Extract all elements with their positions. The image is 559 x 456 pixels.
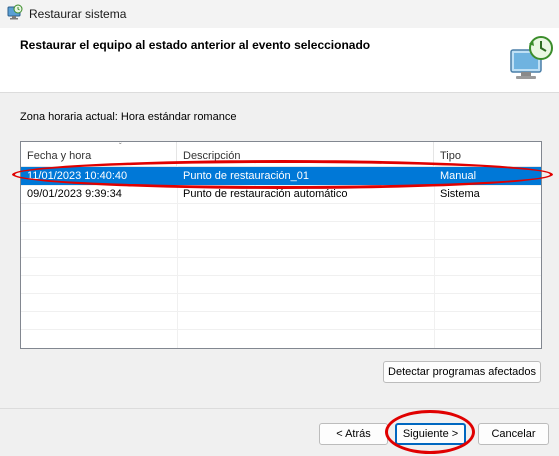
column-header-date[interactable]: Fecha y hora <box>21 142 177 166</box>
back-button[interactable]: < Atrás <box>319 423 388 445</box>
column-header-type[interactable]: Tipo <box>434 142 541 166</box>
cell-description: Punto de restauración_01 <box>183 170 309 182</box>
window-title: Restaurar sistema <box>29 7 127 21</box>
row-divider <box>21 329 541 330</box>
row-divider <box>21 275 541 276</box>
cell-date: 09/01/2023 9:39:34 <box>27 188 122 200</box>
monitor-restore-icon <box>510 36 553 79</box>
row-divider <box>21 257 541 258</box>
cell-type: Manual <box>440 170 477 182</box>
row-divider <box>21 293 541 294</box>
title-bar: Restaurar sistema <box>0 0 559 28</box>
row-divider <box>21 311 541 312</box>
table-row[interactable]: 09/01/2023 9:39:34 Punto de restauración… <box>21 185 541 203</box>
footer-divider <box>0 408 559 409</box>
column-header-description[interactable]: Descripción <box>177 142 434 166</box>
wizard-header: Restaurar el equipo al estado anterior a… <box>0 28 559 92</box>
cell-description: Punto de restauración automático <box>183 188 348 200</box>
table-row[interactable]: 11/01/2023 10:40:40 Punto de restauració… <box>21 167 541 185</box>
timezone-label: Zona horaria actual: Hora estándar roman… <box>20 111 237 123</box>
cell-type: Sistema <box>440 188 480 200</box>
cancel-button[interactable]: Cancelar <box>478 423 549 445</box>
page-heading: Restaurar el equipo al estado anterior a… <box>20 38 371 52</box>
table-header: Fecha y hora ˇ Descripción Tipo <box>21 142 541 167</box>
row-divider <box>21 239 541 240</box>
next-button[interactable]: Siguiente > <box>395 423 466 445</box>
system-restore-icon <box>7 4 23 20</box>
restore-points-list[interactable]: Fecha y hora ˇ Descripción Tipo 11/01/20… <box>20 141 542 349</box>
detect-affected-programs-button[interactable]: Detectar programas afectados <box>383 361 541 383</box>
sort-indicator-icon: ˇ <box>119 142 122 151</box>
row-divider <box>21 203 541 204</box>
cell-date: 11/01/2023 10:40:40 <box>27 170 128 182</box>
row-divider <box>21 221 541 222</box>
header-divider <box>0 92 559 93</box>
